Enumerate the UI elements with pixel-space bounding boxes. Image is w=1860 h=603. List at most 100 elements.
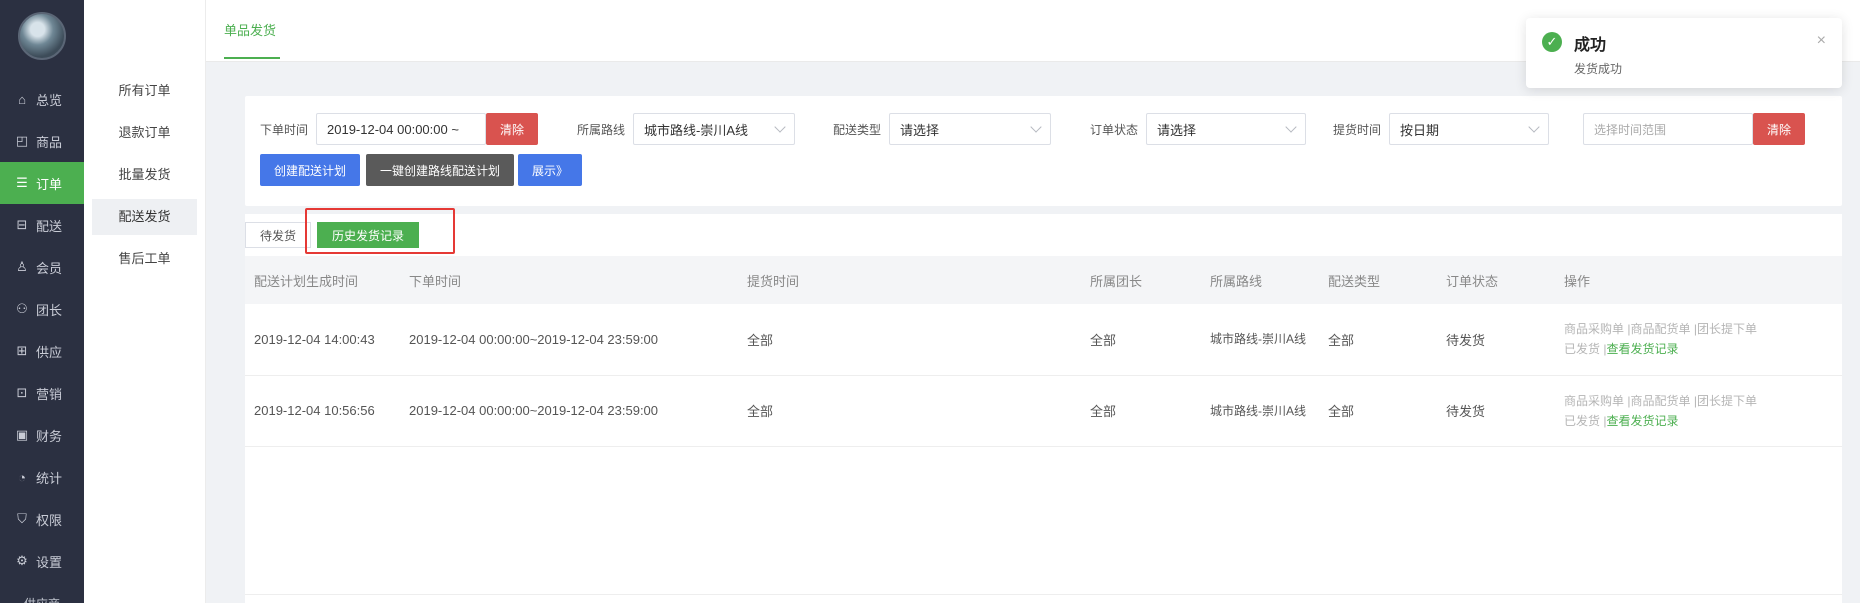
cell-actions: 商品采购单 |商品配货单 |团长提下单 已发货 |查看发货记录 — [1555, 304, 1842, 376]
gear-icon: ⚙ — [16, 553, 28, 568]
nav-item-supply[interactable]: ⊞ 供应 — [0, 330, 84, 372]
cell-actions: 商品采购单 |商品配货单 |团长提下单 已发货 |查看发货记录 — [1555, 375, 1842, 447]
submenu-all-orders[interactable]: 所有订单 — [92, 73, 197, 109]
batch-create-route-plan-button[interactable]: 一键创建路线配送计划 — [366, 154, 515, 186]
nav-item-orders[interactable]: ☰ 订单 — [0, 162, 84, 204]
cell-delivery-type: 全部 — [1319, 375, 1437, 447]
shield-icon: ⛉ — [17, 511, 27, 526]
success-toast: ✓ 成功 发货成功 × — [1526, 18, 1842, 88]
create-delivery-plan-button[interactable]: 创建配送计划 — [260, 154, 361, 186]
order-icon: ☰ — [16, 175, 28, 190]
toast-title: 成功 — [1574, 37, 1607, 54]
time-range-input[interactable]: 选择时间范围 — [1583, 113, 1753, 145]
col-order-time: 下单时间 — [400, 256, 738, 304]
shipped-label: 已发货 — [1564, 342, 1601, 357]
cell-created-time: 2019-12-04 10:56:56 — [245, 375, 400, 447]
clear-range-button[interactable]: 清除 — [1753, 113, 1806, 145]
gift-icon: ⊡ — [16, 385, 28, 400]
nav-item-leaders[interactable]: ⚇ 团长 — [0, 288, 84, 330]
nav-item-members[interactable]: ♙ 会员 — [0, 246, 84, 288]
tab-pending-ship[interactable]: 待发货 — [245, 222, 312, 248]
clear-order-time-button[interactable]: 清除 — [486, 113, 539, 145]
col-created-time: 配送计划生成时间 — [245, 256, 400, 304]
col-route: 所属路线 — [1201, 256, 1319, 304]
shipped-label: 已发货 — [1564, 413, 1601, 428]
chevron-down-icon — [1528, 121, 1540, 133]
chevron-down-icon — [774, 121, 786, 133]
col-actions: 操作 — [1555, 256, 1842, 304]
chevron-down-icon — [1285, 121, 1297, 133]
col-delivery-type: 配送类型 — [1319, 256, 1437, 304]
nav-item-delivery[interactable]: ⊟ 配送 — [0, 204, 84, 246]
submenu-refund-orders[interactable]: 退款订单 — [92, 115, 197, 151]
cell-order-time: 2019-12-04 00:00:00~2019-12-04 23:59:00 — [400, 375, 738, 447]
nav-item-finance[interactable]: ▣ 财务 — [0, 414, 84, 456]
order-time-input[interactable]: 2019-12-04 00:00:00 ~ — [316, 113, 487, 145]
bag-icon: ◰ — [15, 133, 29, 148]
submenu-batch-ship[interactable]: 批量发货 — [92, 157, 197, 193]
chevron-down-icon — [1030, 121, 1042, 133]
nav-item-settings[interactable]: ⚙ 设置 — [0, 540, 84, 582]
user-icon: ♙ — [16, 259, 28, 274]
delivery-type-select[interactable]: 请选择 — [889, 113, 1052, 145]
pickup-time-select[interactable]: 按日期 — [1389, 113, 1550, 145]
cell-route: 城市路线-崇川A线 — [1201, 304, 1319, 376]
order-submenu: 所有订单 退款订单 批量发货 配送发货 售后工单 — [84, 0, 206, 603]
nav-item-supplier[interactable]: 供应商 — [0, 582, 84, 603]
home-icon: ⌂ — [18, 91, 26, 107]
pickup-time-label: 提货时间 — [1333, 122, 1382, 137]
tab-single-ship[interactable]: 单品发货 — [224, 20, 280, 59]
leader-order-link[interactable]: 团长提下单 — [1697, 322, 1757, 336]
expand-button[interactable]: 展示》 — [518, 154, 583, 186]
col-leader: 所属团长 — [1081, 256, 1201, 304]
col-order-status: 订单状态 — [1437, 256, 1555, 304]
distribution-order-link[interactable]: 商品配货单 — [1630, 322, 1690, 336]
main-nav: ⌂ 总览 ◰ 商品 ☰ 订单 ⊟ 配送 ♙ 会员 ⚇ 团长 ⊞ 供应 ⊡ 营销 ▣ 财务 ◔ 统计 … — [0, 0, 84, 603]
cell-order-status: 待发货 — [1437, 375, 1555, 447]
nav-item-stats[interactable]: ◔ 统计 — [0, 456, 84, 498]
nav-item-goods[interactable]: ◰ 商品 — [0, 120, 84, 162]
toast-message: 发货成功 — [1574, 62, 1623, 76]
view-ship-history-link[interactable]: 查看发货记录 — [1606, 414, 1678, 428]
table-row: 2019-12-04 14:00:43 2019-12-04 00:00:00~… — [245, 304, 1842, 376]
avatar[interactable] — [18, 12, 66, 60]
supply-icon: ⊞ — [16, 343, 28, 358]
shipment-card: 待发货 历史发货记录 配送计划生成时间 下单时间 提货时间 所属团长 所属路线 … — [245, 208, 1842, 603]
table-header-row: 配送计划生成时间 下单时间 提货时间 所属团长 所属路线 配送类型 订单状态 操… — [245, 256, 1842, 304]
truck-icon: ⊟ — [16, 217, 28, 232]
cell-leader: 全部 — [1081, 304, 1201, 376]
order-status-select[interactable]: 请选择 — [1146, 113, 1307, 145]
check-circle-icon: ✓ — [1542, 32, 1562, 52]
shipment-table: 配送计划生成时间 下单时间 提货时间 所属团长 所属路线 配送类型 订单状态 操… — [245, 256, 1842, 447]
filter-panel: 下单时间 2019-12-04 00:00:00 ~ 清除 所属路线 城市路线-… — [245, 96, 1842, 206]
cell-pickup-time: 全部 — [738, 304, 1081, 376]
leader-order-link[interactable]: 团长提下单 — [1697, 394, 1757, 408]
col-pickup-time: 提货时间 — [738, 256, 1081, 304]
nav-item-marketing[interactable]: ⊡ 营销 — [0, 372, 84, 414]
chart-icon: ◔ — [18, 469, 26, 485]
order-time-label: 下单时间 — [260, 122, 309, 137]
finance-icon: ▣ — [15, 427, 29, 442]
nav-item-permissions[interactable]: ⛉ 权限 — [0, 498, 84, 540]
route-label: 所属路线 — [577, 122, 626, 137]
order-status-label: 订单状态 — [1090, 122, 1139, 137]
cell-leader: 全部 — [1081, 375, 1201, 447]
cell-delivery-type: 全部 — [1319, 304, 1437, 376]
cell-order-status: 待发货 — [1437, 304, 1555, 376]
close-icon[interactable]: × — [1817, 32, 1826, 50]
table-row: 2019-12-04 10:56:56 2019-12-04 00:00:00~… — [245, 375, 1842, 447]
highlight-box — [305, 208, 455, 254]
purchase-order-link[interactable]: 商品采购单 — [1564, 394, 1624, 408]
cell-order-time: 2019-12-04 00:00:00~2019-12-04 23:59:00 — [400, 304, 738, 376]
submenu-delivery-ship[interactable]: 配送发货 — [92, 199, 197, 235]
delivery-type-label: 配送类型 — [833, 122, 882, 137]
nav-item-overview[interactable]: ⌂ 总览 — [0, 78, 84, 120]
submenu-aftersale[interactable]: 售后工单 — [92, 241, 197, 277]
leader-icon: ⚇ — [16, 301, 28, 316]
view-ship-history-link[interactable]: 查看发货记录 — [1606, 342, 1678, 356]
distribution-order-link[interactable]: 商品配货单 — [1630, 394, 1690, 408]
purchase-order-link[interactable]: 商品采购单 — [1564, 322, 1624, 336]
route-select[interactable]: 城市路线-崇川A线 — [633, 113, 796, 145]
cell-pickup-time: 全部 — [738, 375, 1081, 447]
cell-created-time: 2019-12-04 14:00:43 — [245, 304, 400, 376]
